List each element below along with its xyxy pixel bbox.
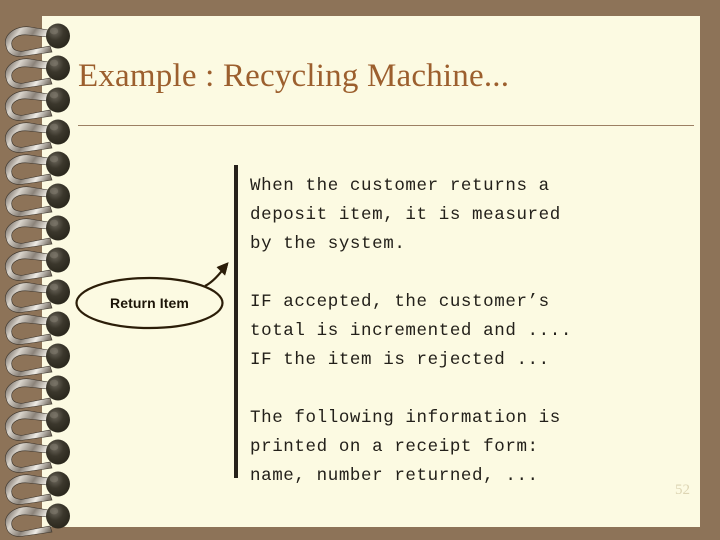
slide-canvas: Example : Recycling Machine... When the …	[0, 0, 720, 540]
body-line: When the customer returns a	[250, 176, 550, 196]
return-item-callout[interactable]: Return Item	[74, 252, 234, 336]
body-paragraph: IF accepted, the customer’s total is incr…	[250, 288, 690, 375]
title-divider	[78, 125, 694, 126]
body-line: The following information is	[250, 408, 561, 428]
body-line: total is incremented and ....	[250, 321, 572, 341]
body-line: deposit item, it is measured	[250, 205, 561, 225]
body-line: by the system.	[250, 234, 406, 254]
body-line: IF the item is rejected ...	[250, 350, 550, 370]
body-line: printed on a receipt form:	[250, 437, 539, 457]
slide-title: Example : Recycling Machine...	[78, 58, 510, 94]
callout-label: Return Item	[110, 295, 189, 311]
body-line: name, number returned, ...	[250, 466, 539, 486]
body-line: IF accepted, the customer’s	[250, 292, 550, 312]
body-paragraph: When the customer returns a deposit item,…	[250, 172, 690, 259]
body-text-block: When the customer returns a deposit item,…	[250, 172, 690, 491]
body-paragraph: The following information is printed on a…	[250, 404, 690, 491]
text-accent-bar	[234, 165, 238, 478]
page-number: 52	[675, 482, 690, 498]
